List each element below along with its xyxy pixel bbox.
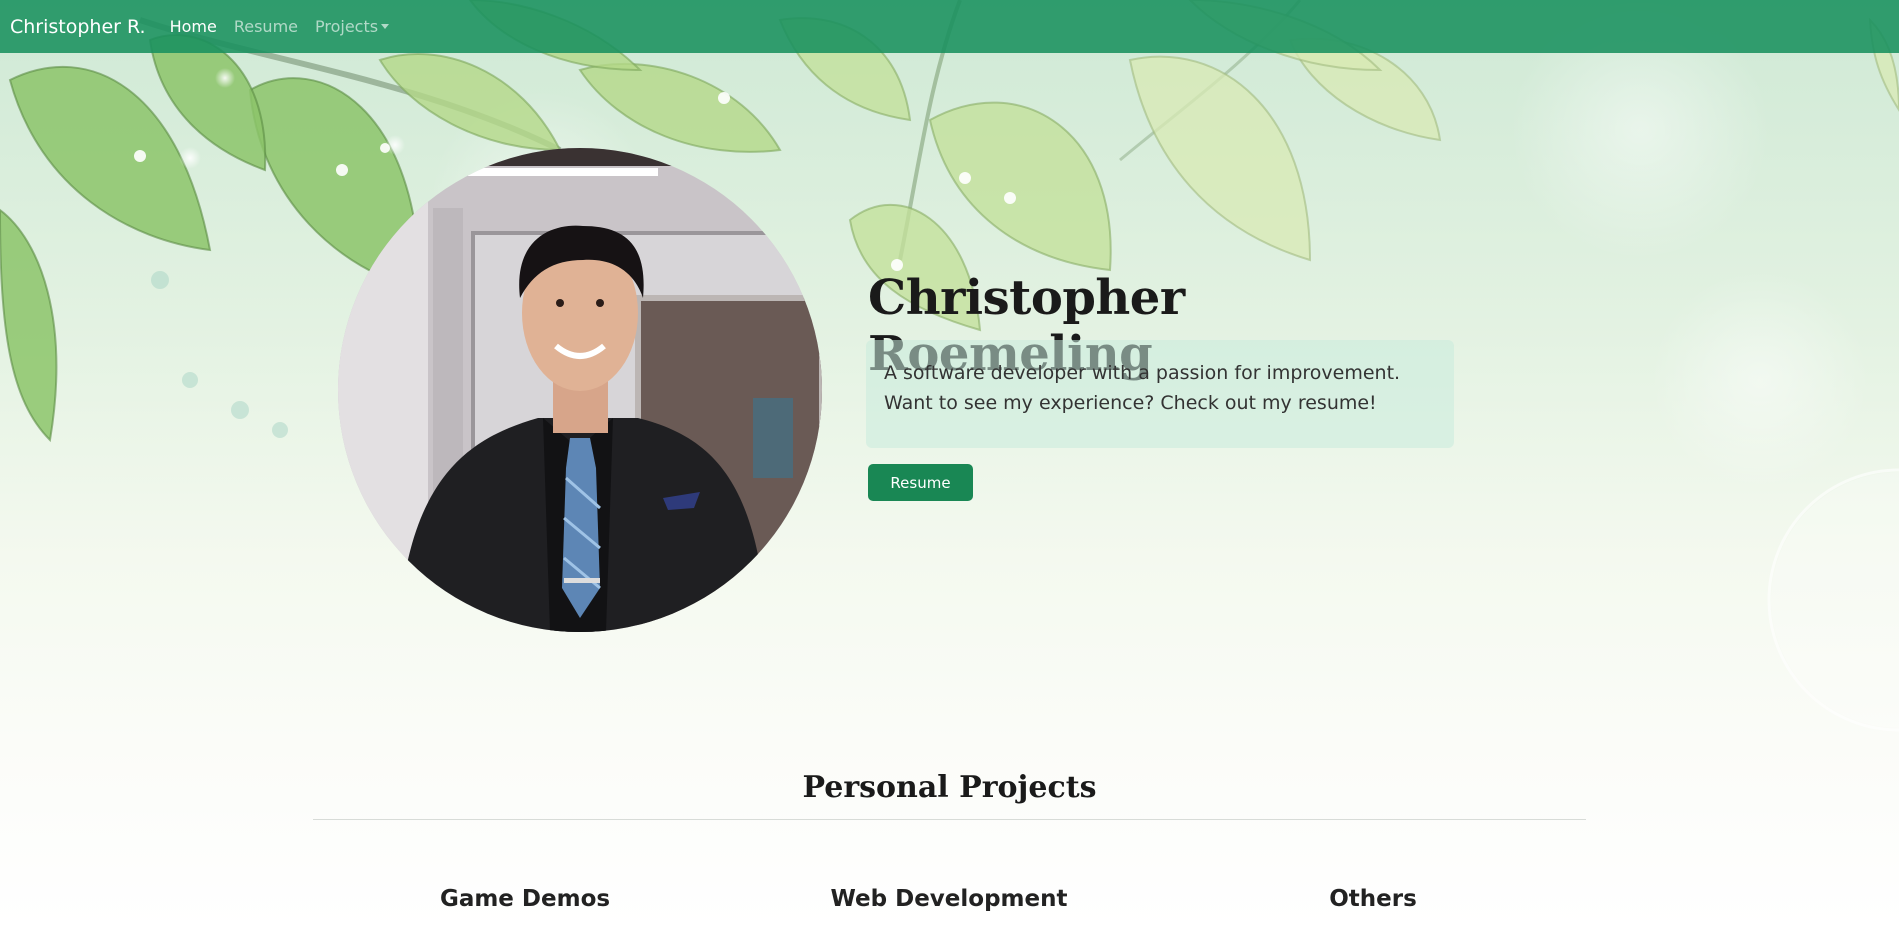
nav-link-resume[interactable]: Resume xyxy=(234,17,298,36)
game-demos-heading: Game Demos xyxy=(439,886,611,912)
web-development-heading: Web Development xyxy=(830,886,1068,912)
others-heading: Others xyxy=(1329,886,1417,912)
profile-photo xyxy=(338,148,822,632)
navbar-brand[interactable]: Christopher R. xyxy=(10,16,146,38)
nav-dropdown-projects[interactable]: Projects xyxy=(315,17,390,36)
caret-down-icon xyxy=(381,24,390,29)
section-divider xyxy=(313,819,1586,820)
nav-link-home[interactable]: Home xyxy=(170,17,217,36)
resume-button[interactable]: Resume xyxy=(868,464,973,501)
personal-projects-heading: Personal Projects xyxy=(802,770,1097,805)
hero-tagline: A software developer with a passion for … xyxy=(884,362,1401,414)
top-navbar: Christopher R. Home Resume Projects xyxy=(0,0,1899,53)
hero-tagline-box: A software developer with a passion for … xyxy=(866,340,1454,448)
nav-dropdown-projects-label: Projects xyxy=(315,17,379,36)
